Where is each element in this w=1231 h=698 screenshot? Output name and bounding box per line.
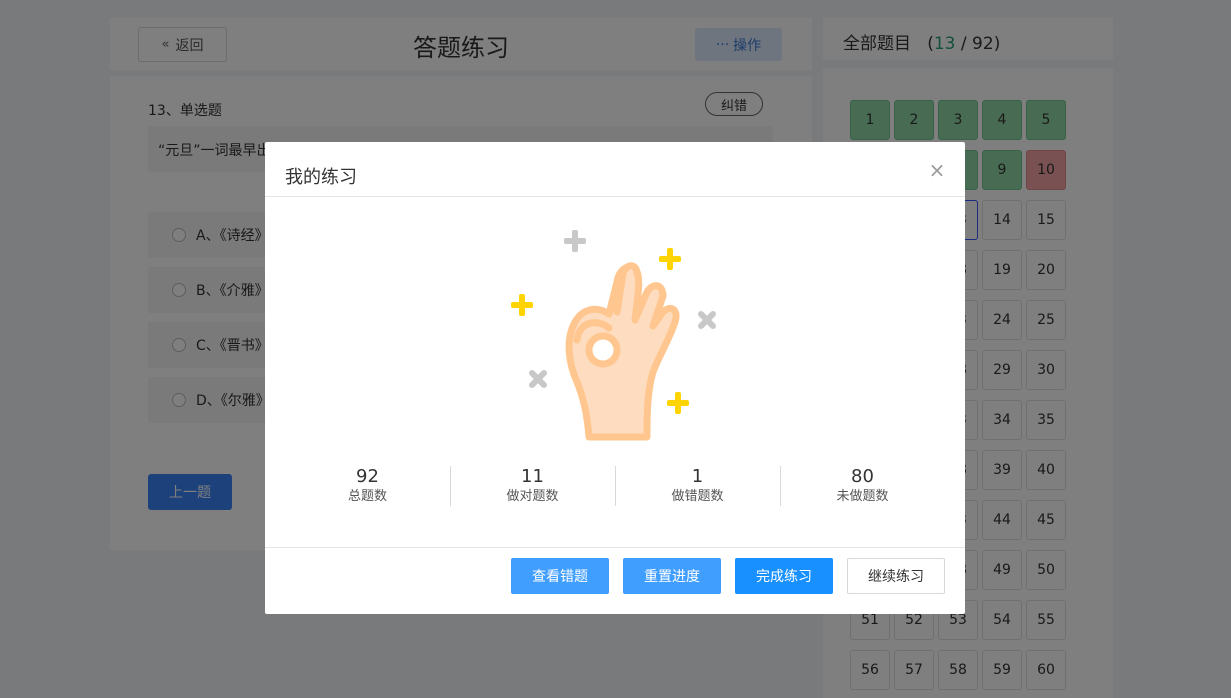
continue-practice-button[interactable]: 继续练习 <box>847 558 945 594</box>
divider <box>265 196 965 197</box>
view-wrong-button[interactable]: 查看错题 <box>511 558 609 594</box>
finish-practice-button[interactable]: 完成练习 <box>735 558 833 594</box>
stat-value: 1 <box>691 466 704 487</box>
reset-progress-button[interactable]: 重置进度 <box>623 558 721 594</box>
stat-correct: 11 做对题数 <box>450 466 615 508</box>
stat-label: 未做题数 <box>836 489 889 504</box>
stat-label: 总题数 <box>347 489 387 504</box>
stat-value: 11 <box>521 466 544 487</box>
my-practice-dialog: 我的练习 × 92 总题数 11 做对题数 1 做错题数 80 未做题数 查看错… <box>265 142 965 614</box>
stat-wrong: 1 做错题数 <box>615 466 780 508</box>
practice-stats: 92 总题数 11 做对题数 1 做错题数 80 未做题数 <box>285 466 945 508</box>
stat-value: 92 <box>356 466 379 487</box>
stat-label: 做错题数 <box>671 489 724 504</box>
divider <box>265 547 965 548</box>
ok-hand-icon <box>511 230 716 441</box>
stat-value: 80 <box>851 466 874 487</box>
stat-total: 92 总题数 <box>285 466 450 508</box>
dialog-title: 我的练习 <box>285 167 357 188</box>
close-icon[interactable]: × <box>927 160 947 180</box>
stat-undone: 80 未做题数 <box>780 466 945 508</box>
sparkle-gray-plus-icon <box>564 230 586 252</box>
stat-label: 做对题数 <box>506 489 559 504</box>
